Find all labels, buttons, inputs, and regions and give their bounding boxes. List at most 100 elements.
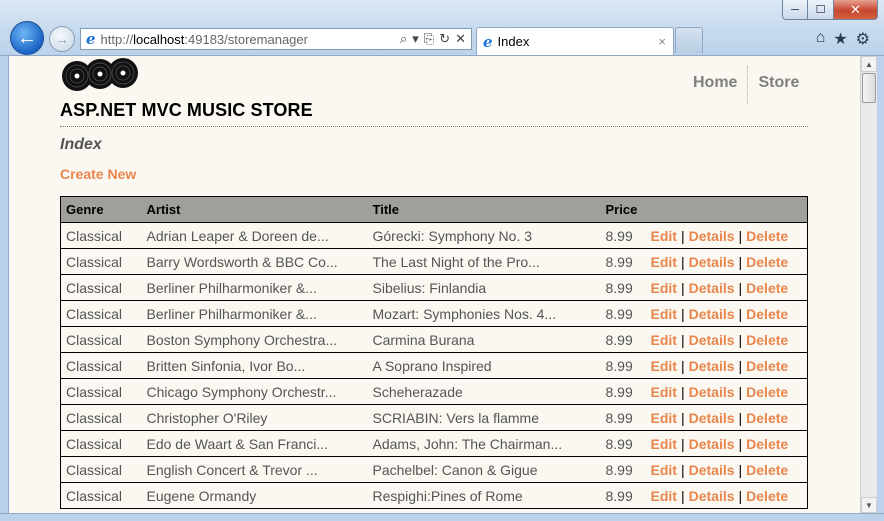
home-icon[interactable]: ⌂ bbox=[816, 29, 826, 49]
cell-title: Carmina Burana bbox=[367, 326, 601, 353]
edit-link[interactable]: Edit bbox=[651, 384, 677, 400]
forward-button[interactable]: → bbox=[49, 26, 75, 52]
minimize-button[interactable]: ─ bbox=[782, 0, 808, 20]
tab-title: Index bbox=[497, 34, 530, 49]
scrollbar-thumb[interactable] bbox=[862, 73, 876, 103]
stop-icon[interactable]: ✕ bbox=[455, 31, 466, 47]
edit-link[interactable]: Edit bbox=[651, 462, 677, 478]
edit-link[interactable]: Edit bbox=[651, 410, 677, 426]
window-frame-right bbox=[877, 56, 884, 521]
window-controls: ─ ☐ ✕ bbox=[782, 0, 878, 20]
details-link[interactable]: Details bbox=[689, 228, 735, 244]
edit-link[interactable]: Edit bbox=[651, 436, 677, 452]
edit-link[interactable]: Edit bbox=[651, 254, 677, 270]
action-separator: | bbox=[738, 305, 743, 322]
cell-price: 8.99 bbox=[600, 300, 646, 327]
delete-link[interactable]: Delete bbox=[746, 254, 788, 270]
cell-genre: Classical bbox=[60, 352, 142, 379]
favorites-star-icon[interactable]: ★ bbox=[833, 29, 847, 49]
cell-artist: Berliner Philharmoniker &... bbox=[141, 274, 368, 301]
details-link[interactable]: Details bbox=[689, 254, 735, 270]
edit-link[interactable]: Edit bbox=[651, 306, 677, 322]
details-link[interactable]: Details bbox=[689, 462, 735, 478]
cell-actions: Edit | Details | Delete bbox=[645, 456, 808, 483]
details-link[interactable]: Details bbox=[689, 306, 735, 322]
details-link[interactable]: Details bbox=[689, 488, 735, 504]
address-bar[interactable]: e http://localhost:49183/storemanager ⌕ … bbox=[80, 28, 472, 50]
delete-link[interactable]: Delete bbox=[746, 280, 788, 296]
create-new-link[interactable]: Create New bbox=[60, 166, 136, 182]
nav-home-link[interactable]: Home bbox=[683, 66, 749, 104]
tab-index[interactable]: e Index × bbox=[476, 27, 674, 55]
music-store-logo-icon[interactable] bbox=[60, 56, 142, 99]
details-link[interactable]: Details bbox=[689, 384, 735, 400]
action-separator: | bbox=[680, 331, 685, 348]
url-host: localhost bbox=[133, 31, 185, 47]
vertical-scrollbar[interactable]: ▲ ▼ bbox=[860, 56, 877, 513]
url-path: :49183/storemanager bbox=[184, 31, 308, 47]
search-icon[interactable]: ⌕ bbox=[400, 31, 407, 47]
delete-link[interactable]: Delete bbox=[746, 306, 788, 322]
details-link[interactable]: Details bbox=[689, 332, 735, 348]
close-tab-icon[interactable]: × bbox=[658, 34, 666, 49]
cell-actions: Edit | Details | Delete bbox=[645, 300, 808, 327]
delete-link[interactable]: Delete bbox=[746, 358, 788, 374]
compatibility-view-icon[interactable]: ⎘ bbox=[424, 31, 434, 47]
delete-link[interactable]: Delete bbox=[746, 384, 788, 400]
address-url[interactable]: http://localhost:49183/storemanager bbox=[101, 32, 400, 47]
cell-price: 8.99 bbox=[600, 456, 646, 483]
column-header-title: Title bbox=[367, 196, 601, 223]
edit-link[interactable]: Edit bbox=[651, 332, 677, 348]
dropdown-icon[interactable]: ▾ bbox=[412, 31, 419, 47]
details-link[interactable]: Details bbox=[689, 436, 735, 452]
cell-actions: Edit | Details | Delete bbox=[645, 248, 808, 275]
back-button[interactable]: ← bbox=[10, 21, 44, 55]
table-row: Classical Barry Wordsworth & BBC Co... The… bbox=[60, 248, 808, 275]
delete-link[interactable]: Delete bbox=[746, 488, 788, 504]
table-row: Classical English Concert & Trevor ... Pac… bbox=[60, 456, 808, 483]
cell-title: Pachelbel: Canon & Gigue bbox=[367, 456, 601, 483]
maximize-button[interactable]: ☐ bbox=[808, 0, 834, 20]
close-window-button[interactable]: ✕ bbox=[834, 0, 878, 20]
cell-artist: Barry Wordsworth & BBC Co... bbox=[141, 248, 368, 275]
new-tab-button[interactable] bbox=[675, 27, 703, 53]
albums-table: Genre Artist Title Price Classical Adrian… bbox=[60, 196, 808, 509]
details-link[interactable]: Details bbox=[689, 358, 735, 374]
url-scheme: http:// bbox=[100, 31, 134, 47]
cell-title: Mozart: Symphonies Nos. 4... bbox=[367, 300, 601, 327]
edit-link[interactable]: Edit bbox=[651, 358, 677, 374]
edit-link[interactable]: Edit bbox=[651, 228, 677, 244]
ie-tab-icon: e bbox=[483, 32, 493, 51]
delete-link[interactable]: Delete bbox=[746, 462, 788, 478]
delete-link[interactable]: Delete bbox=[746, 228, 788, 244]
details-link[interactable]: Details bbox=[689, 410, 735, 426]
edit-link[interactable]: Edit bbox=[651, 280, 677, 296]
delete-link[interactable]: Delete bbox=[746, 436, 788, 452]
top-navigation: Home Store bbox=[683, 66, 809, 104]
cell-price: 8.99 bbox=[600, 430, 646, 457]
action-separator: | bbox=[738, 227, 743, 244]
nav-store-link[interactable]: Store bbox=[748, 66, 809, 104]
edit-link[interactable]: Edit bbox=[651, 488, 677, 504]
scroll-up-arrow-icon[interactable]: ▲ bbox=[861, 56, 877, 72]
column-header-artist: Artist bbox=[141, 196, 368, 223]
scroll-down-arrow-icon[interactable]: ▼ bbox=[861, 497, 877, 513]
action-separator: | bbox=[738, 435, 743, 452]
delete-link[interactable]: Delete bbox=[746, 410, 788, 426]
cell-title: Górecki: Symphony No. 3 bbox=[367, 222, 601, 249]
column-header-actions bbox=[645, 196, 808, 223]
details-link[interactable]: Details bbox=[689, 280, 735, 296]
table-row: Classical Chicago Symphony Orchestr... Sch… bbox=[60, 378, 808, 405]
table-row: Classical Berliner Philharmoniker &... Moz… bbox=[60, 300, 808, 327]
cell-title: A Soprano Inspired bbox=[367, 352, 601, 379]
refresh-icon[interactable]: ↻ bbox=[439, 31, 450, 47]
cell-artist: Britten Sinfonia, Ivor Bo... bbox=[141, 352, 368, 379]
cell-artist: Adrian Leaper & Doreen de... bbox=[141, 222, 368, 249]
table-row: Classical Eugene Ormandy Respighi:Pines of… bbox=[60, 482, 808, 509]
cell-title: Sibelius: Finlandia bbox=[367, 274, 601, 301]
cell-genre: Classical bbox=[60, 300, 142, 327]
delete-link[interactable]: Delete bbox=[746, 332, 788, 348]
settings-gear-icon[interactable]: ⚙ bbox=[856, 29, 870, 49]
cell-genre: Classical bbox=[60, 482, 142, 509]
action-separator: | bbox=[738, 461, 743, 478]
